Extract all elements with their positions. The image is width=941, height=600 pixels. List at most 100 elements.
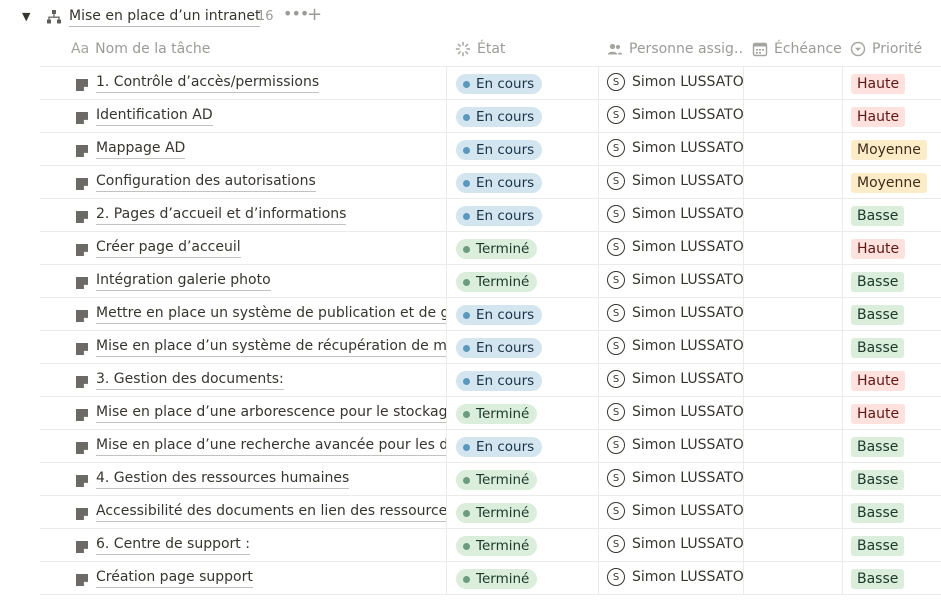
status-cell[interactable]: En cours: [446, 331, 598, 363]
assignee-cell[interactable]: S Simon LUSSATO: [598, 199, 743, 231]
table-row[interactable]: Mise en place d’une recherche avancée po…: [40, 430, 941, 463]
priority-cell[interactable]: Basse: [842, 199, 941, 231]
priority-cell[interactable]: Basse: [842, 463, 941, 495]
name-cell[interactable]: Mise en place d’une arborescence pour le…: [40, 397, 446, 429]
due-date-cell[interactable]: [743, 562, 842, 594]
table-row[interactable]: Configuration des autorisations En cours S…: [40, 166, 941, 199]
table-row[interactable]: Création page support Terminé S Simon LUSSA…: [40, 562, 941, 595]
task-name[interactable]: Intégration galerie photo: [96, 272, 271, 291]
assignee-cell[interactable]: S Simon LUSSATO: [598, 430, 743, 462]
name-cell[interactable]: 3. Gestion des documents:: [40, 364, 446, 396]
task-name[interactable]: 1. Contrôle d’accès/permissions: [96, 74, 320, 93]
due-date-cell[interactable]: [743, 67, 842, 99]
table-row[interactable]: Mise en place d’une arborescence pour le…: [40, 397, 941, 430]
priority-cell[interactable]: Basse: [842, 430, 941, 462]
name-cell[interactable]: 2. Pages d’accueil et d’informations: [40, 199, 446, 231]
priority-cell[interactable]: Haute: [842, 67, 941, 99]
table-row[interactable]: Accessibilité des documents en lien des …: [40, 496, 941, 529]
priority-cell[interactable]: Basse: [842, 562, 941, 594]
status-cell[interactable]: En cours: [446, 133, 598, 165]
task-name[interactable]: 2. Pages d’accueil et d’informations: [96, 206, 347, 225]
task-name[interactable]: Mise en place d’une arborescence pour le…: [96, 404, 446, 423]
due-date-cell[interactable]: [743, 166, 842, 198]
status-cell[interactable]: En cours: [446, 364, 598, 396]
name-cell[interactable]: Configuration des autorisations: [40, 166, 446, 198]
assignee-cell[interactable]: S Simon LUSSATO: [598, 331, 743, 363]
name-cell[interactable]: Identification AD: [40, 100, 446, 132]
due-date-cell[interactable]: [743, 100, 842, 132]
table-row[interactable]: Mettre en place un système de publicatio…: [40, 298, 941, 331]
task-name[interactable]: Mise en place d’un système de récupérati…: [96, 338, 446, 357]
status-cell[interactable]: Terminé: [446, 265, 598, 297]
due-date-cell[interactable]: [743, 331, 842, 363]
assignee-cell[interactable]: S Simon LUSSATO: [598, 463, 743, 495]
assignee-cell[interactable]: S Simon LUSSATO: [598, 166, 743, 198]
column-header-personne[interactable]: Personne assig…: [598, 33, 743, 66]
table-row[interactable]: 6. Centre de support : Terminé S Simon LUSS…: [40, 529, 941, 562]
table-row[interactable]: Mise en place d’un système de récupérati…: [40, 331, 941, 364]
task-name[interactable]: Identification AD: [96, 107, 213, 126]
table-row[interactable]: Intégration galerie photo Terminé S Simon L…: [40, 265, 941, 298]
due-date-cell[interactable]: [743, 265, 842, 297]
due-date-cell[interactable]: [743, 529, 842, 561]
task-name[interactable]: Configuration des autorisations: [96, 173, 316, 192]
assignee-cell[interactable]: S Simon LUSSATO: [598, 298, 743, 330]
status-cell[interactable]: En cours: [446, 67, 598, 99]
assignee-cell[interactable]: S Simon LUSSATO: [598, 100, 743, 132]
status-cell[interactable]: Terminé: [446, 496, 598, 528]
assignee-cell[interactable]: S Simon LUSSATO: [598, 265, 743, 297]
assignee-cell[interactable]: S Simon LUSSATO: [598, 397, 743, 429]
due-date-cell[interactable]: [743, 298, 842, 330]
priority-cell[interactable]: Basse: [842, 331, 941, 363]
task-name[interactable]: Mappage AD: [96, 140, 186, 159]
assignee-cell[interactable]: S Simon LUSSATO: [598, 496, 743, 528]
group-title[interactable]: Mise en place d’un intranet: [69, 8, 261, 27]
task-name[interactable]: 4. Gestion des ressources humaines: [96, 470, 350, 489]
priority-cell[interactable]: Moyenne: [842, 166, 941, 198]
status-cell[interactable]: Terminé: [446, 529, 598, 561]
due-date-cell[interactable]: [743, 232, 842, 264]
assignee-cell[interactable]: S Simon LUSSATO: [598, 133, 743, 165]
priority-cell[interactable]: Basse: [842, 529, 941, 561]
add-item-button[interactable]: +: [307, 5, 322, 25]
column-header-priorite[interactable]: Priorité: [842, 33, 941, 66]
name-cell[interactable]: 4. Gestion des ressources humaines: [40, 463, 446, 495]
assignee-cell[interactable]: S Simon LUSSATO: [598, 364, 743, 396]
column-header-etat[interactable]: État: [446, 33, 598, 66]
priority-cell[interactable]: Basse: [842, 298, 941, 330]
table-row[interactable]: 1. Contrôle d’accès/permissions En cours S…: [40, 67, 941, 100]
name-cell[interactable]: Création page support: [40, 562, 446, 594]
due-date-cell[interactable]: [743, 397, 842, 429]
priority-cell[interactable]: Haute: [842, 397, 941, 429]
status-cell[interactable]: En cours: [446, 100, 598, 132]
assignee-cell[interactable]: S Simon LUSSATO: [598, 67, 743, 99]
status-cell[interactable]: En cours: [446, 430, 598, 462]
status-cell[interactable]: Terminé: [446, 562, 598, 594]
priority-cell[interactable]: Moyenne: [842, 133, 941, 165]
assignee-cell[interactable]: S Simon LUSSATO: [598, 232, 743, 264]
name-cell[interactable]: 6. Centre de support :: [40, 529, 446, 561]
table-row[interactable]: 4. Gestion des ressources humaines Termin…: [40, 463, 941, 496]
task-name[interactable]: Créer page d’acceuil: [96, 239, 241, 258]
task-name[interactable]: 6. Centre de support :: [96, 536, 250, 555]
table-row[interactable]: Identification AD En cours S Simon LUSSATO H…: [40, 100, 941, 133]
name-cell[interactable]: Mettre en place un système de publicatio…: [40, 298, 446, 330]
column-header-echeance[interactable]: Échéance: [743, 33, 842, 66]
task-name[interactable]: Mise en place d’une recherche avancée po…: [96, 437, 446, 456]
status-cell[interactable]: Terminé: [446, 232, 598, 264]
name-cell[interactable]: 1. Contrôle d’accès/permissions: [40, 67, 446, 99]
name-cell[interactable]: Mise en place d’un système de récupérati…: [40, 331, 446, 363]
name-cell[interactable]: Intégration galerie photo: [40, 265, 446, 297]
column-header-name[interactable]: Aa Nom de la tâche: [40, 33, 446, 66]
name-cell[interactable]: Mappage AD: [40, 133, 446, 165]
collapse-toggle-icon[interactable]: ▼: [22, 11, 30, 22]
task-name[interactable]: Mettre en place un système de publicatio…: [96, 305, 446, 324]
more-options-button[interactable]: •••: [283, 4, 309, 23]
task-name[interactable]: Accessibilité des documents en lien des …: [96, 503, 446, 522]
table-row[interactable]: 3. Gestion des documents: En cours S Simon …: [40, 364, 941, 397]
name-cell[interactable]: Créer page d’acceuil: [40, 232, 446, 264]
due-date-cell[interactable]: [743, 463, 842, 495]
priority-cell[interactable]: Basse: [842, 265, 941, 297]
assignee-cell[interactable]: S Simon LUSSATO: [598, 562, 743, 594]
due-date-cell[interactable]: [743, 496, 842, 528]
